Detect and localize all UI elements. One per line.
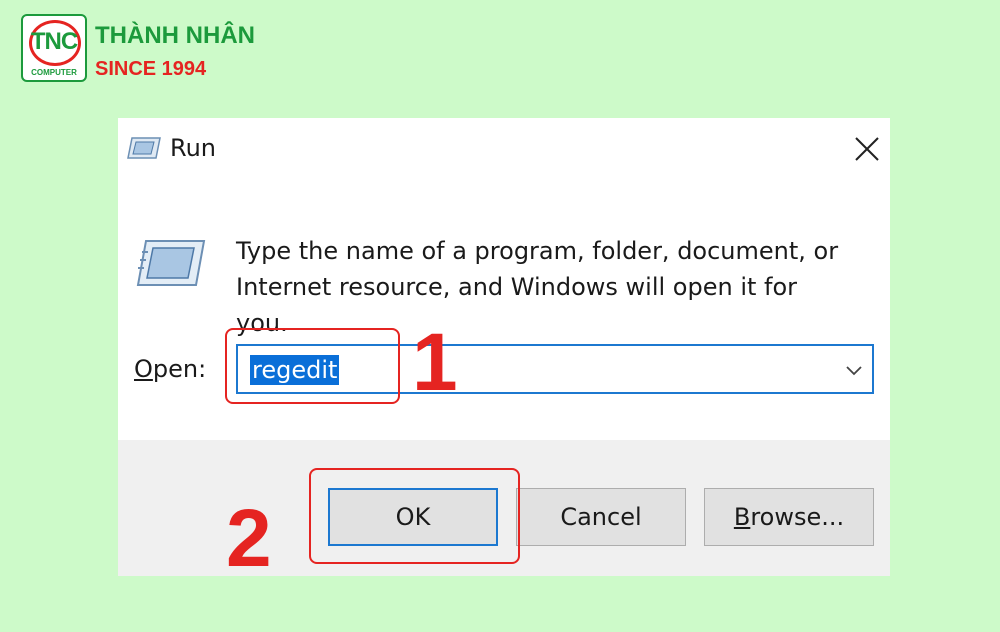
- dropdown-button[interactable]: [842, 358, 866, 382]
- title-bar: Run: [118, 118, 890, 180]
- browse-button[interactable]: Browse...: [704, 488, 874, 546]
- instruction-line-1: Type the name of a program, folder, docu…: [236, 237, 839, 265]
- browse-label-rest: rowse...: [750, 503, 845, 531]
- badge-text: TNC: [30, 28, 78, 55]
- step-number-2: 2: [226, 493, 272, 584]
- badge-subtext: COMPUTER: [31, 68, 77, 77]
- brand-badge: TNC COMPUTER: [21, 14, 87, 82]
- open-label-rest: pen:: [152, 355, 207, 383]
- browse-mnemonic: B: [733, 503, 751, 531]
- cancel-button[interactable]: Cancel: [516, 488, 686, 546]
- step-number-1: 1: [412, 317, 458, 408]
- window-title: Run: [170, 134, 217, 162]
- close-icon: [855, 137, 879, 161]
- brand-since: SINCE 1994: [95, 58, 207, 80]
- open-label: Open:: [134, 355, 206, 383]
- chevron-down-icon: [846, 366, 862, 376]
- highlight-input: [225, 328, 400, 404]
- highlight-ok: [309, 468, 520, 564]
- run-app-icon: [134, 238, 206, 288]
- close-button[interactable]: [840, 126, 890, 170]
- run-app-icon: [126, 136, 162, 160]
- instruction-text: Type the name of a program, folder, docu…: [236, 233, 856, 341]
- brand-name: THÀNH NHÂN: [95, 22, 255, 49]
- open-label-mnemonic: O: [134, 355, 153, 383]
- brand-logo: TNC COMPUTER THÀNH NHÂN SINCE 1994: [21, 14, 261, 86]
